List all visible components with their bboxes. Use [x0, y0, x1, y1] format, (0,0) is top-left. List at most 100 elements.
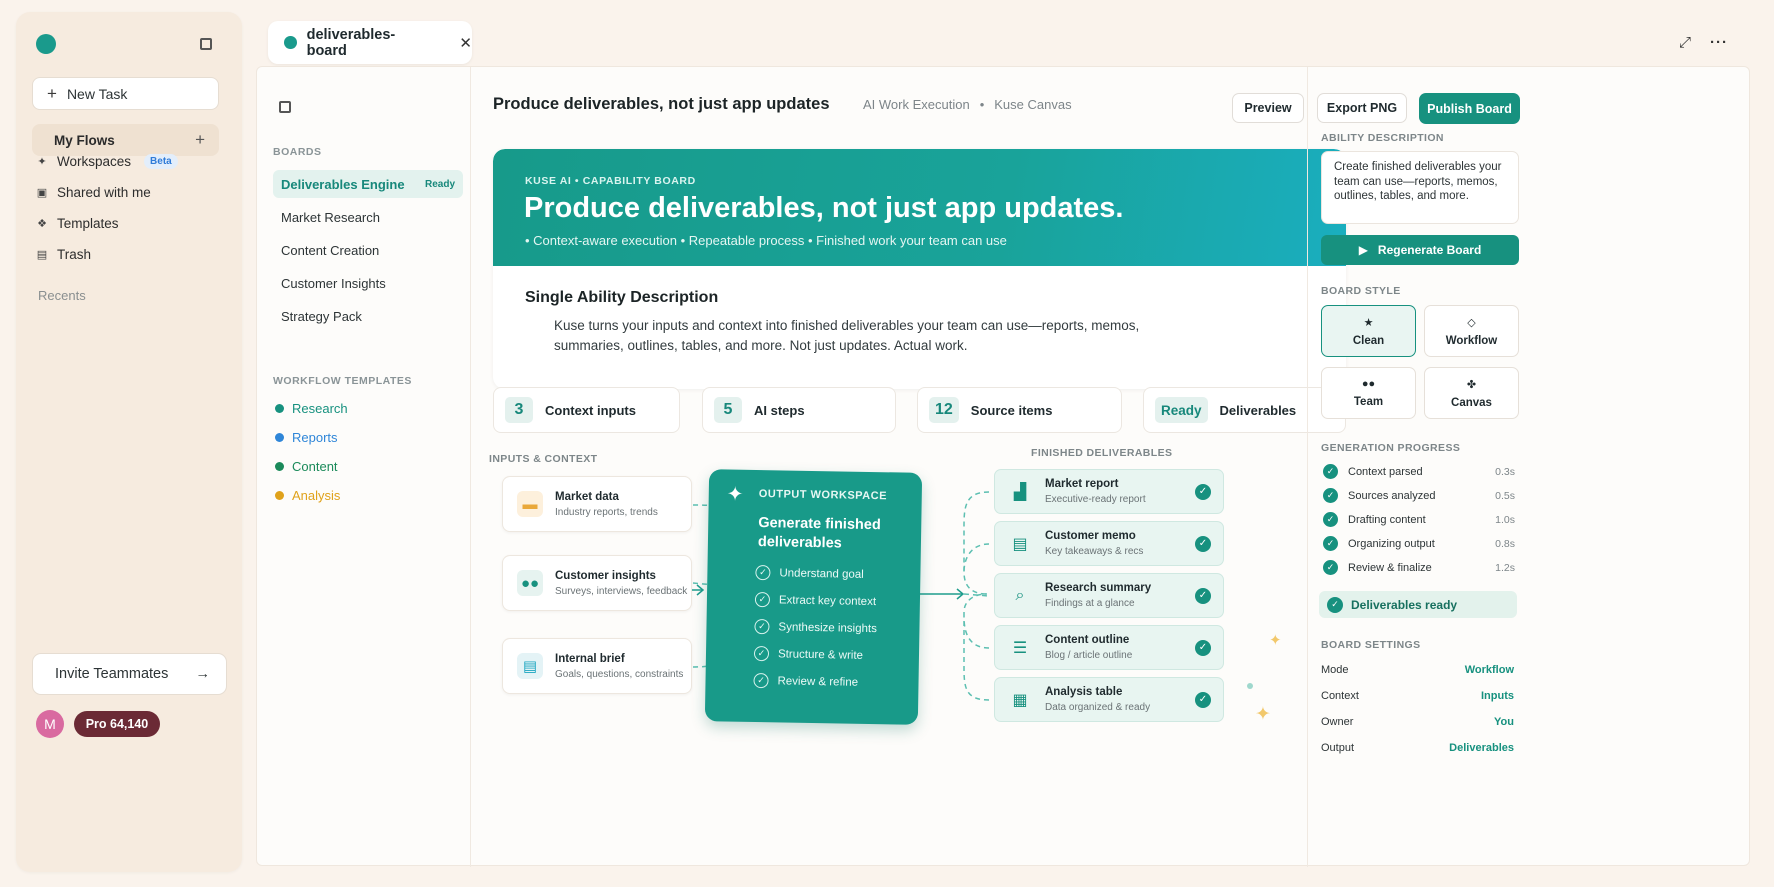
- shared-icon: ▣: [36, 187, 48, 199]
- card-subtitle: Findings at a glance: [1045, 598, 1135, 609]
- sidebar-item-workspaces[interactable]: ✦ Workspaces Beta: [36, 154, 178, 169]
- sparkle-icon: ✦: [1255, 704, 1271, 725]
- style-canvas[interactable]: ✤ Canvas: [1424, 367, 1519, 419]
- check-icon: ✓: [1195, 535, 1211, 552]
- bar-chart-icon: ▟: [1013, 483, 1027, 501]
- check-icon: ✓: [1323, 536, 1338, 551]
- expand-icon[interactable]: ⤢: [1679, 34, 1691, 51]
- card-title: Internal brief: [555, 652, 625, 665]
- plan-badge[interactable]: Pro 64,140: [74, 711, 160, 737]
- invite-label: Invite Teammates: [55, 666, 169, 682]
- star-icon: ★: [1363, 316, 1374, 329]
- sidebar-item-shared[interactable]: ▣ Shared with me: [36, 185, 151, 200]
- templates-icon: ❖: [37, 218, 47, 230]
- invite-teammates-button[interactable]: Invite Teammates →: [32, 653, 227, 695]
- sidebar-toggle-icon[interactable]: [200, 38, 212, 50]
- step-label: Review & refine: [777, 674, 859, 689]
- card-subtitle: Key takeaways & recs: [1045, 546, 1144, 557]
- step-label: Understand goal: [779, 566, 864, 581]
- check-icon: ✓: [1195, 639, 1211, 656]
- setting-mode[interactable]: Mode Workflow: [1321, 664, 1514, 676]
- setting-output[interactable]: Output Deliverables: [1321, 742, 1514, 754]
- style-team[interactable]: ●● Team: [1321, 367, 1416, 419]
- sidebar-item-templates[interactable]: ❖ Templates: [36, 216, 118, 231]
- progress-label: Context parsed: [1348, 465, 1423, 478]
- setting-context[interactable]: Context Inputs: [1321, 690, 1514, 702]
- check-icon: ✓: [1323, 488, 1338, 503]
- step-label: Extract key context: [778, 593, 877, 608]
- add-flow-icon[interactable]: +: [195, 130, 205, 150]
- generation-progress-heading: GENERATION PROGRESS: [1321, 442, 1461, 454]
- sparkle-icon: ✦: [1269, 632, 1282, 649]
- new-task-button[interactable]: + New Task: [32, 77, 219, 110]
- tab-deliverables-board[interactable]: deliverables-board ✕: [268, 21, 472, 64]
- brand-logo: [36, 34, 56, 54]
- setting-value[interactable]: Inputs: [1481, 690, 1514, 702]
- my-flows-item[interactable]: My Flows +: [32, 124, 219, 156]
- workspace-step: ✓ Structure & write: [753, 645, 863, 663]
- sidebar-item-label: Shared with me: [57, 185, 151, 200]
- output-card-content-outline[interactable]: ☰ Content outline Blog / article outline…: [994, 625, 1224, 670]
- card-subtitle: Goals, questions, constraints: [555, 668, 684, 680]
- sidebar-item-label: Trash: [57, 247, 92, 262]
- input-card-internal-brief[interactable]: ▤ Internal brief Goals, questions, const…: [502, 638, 692, 694]
- more-icon[interactable]: ···: [1710, 34, 1728, 51]
- card-subtitle: Surveys, interviews, feedback: [555, 585, 688, 597]
- output-card-analysis-table[interactable]: ▦ Analysis table Data organized & ready …: [994, 677, 1224, 722]
- setting-owner[interactable]: Owner You: [1321, 716, 1514, 728]
- card-title: Market report: [1045, 478, 1119, 490]
- my-flows-label: My Flows: [54, 132, 115, 148]
- style-label: Canvas: [1451, 396, 1492, 409]
- output-card-customer-memo[interactable]: ▤ Customer memo Key takeaways & recs ✓: [994, 521, 1224, 566]
- input-card-market-data[interactable]: ▬ Market data Industry reports, trends: [502, 476, 692, 532]
- check-icon: ✓: [1323, 512, 1338, 527]
- main-panel: BOARDS Deliverables Engine Ready Market …: [256, 66, 1750, 867]
- card-subtitle: Industry reports, trends: [555, 506, 658, 518]
- new-task-label: New Task: [66, 85, 128, 102]
- sidebar-item-trash[interactable]: ▤ Trash: [36, 247, 91, 262]
- setting-value[interactable]: Workflow: [1465, 664, 1514, 676]
- regenerate-board-button[interactable]: ▶ Regenerate Board: [1321, 235, 1519, 265]
- workspace-kicker: OUTPUT WORKSPACE: [758, 488, 888, 503]
- progress-time: 1.2s: [1495, 561, 1515, 574]
- board-settings-heading: BOARD SETTINGS: [1321, 639, 1421, 651]
- magnifier-icon: ⌕: [1015, 586, 1025, 604]
- card-title: Research summary: [1045, 582, 1152, 594]
- people-icon: ●●: [517, 570, 543, 596]
- close-icon[interactable]: ✕: [459, 34, 472, 52]
- progress-step: ✓ Drafting content 1.0s: [1323, 512, 1515, 527]
- app-sidebar: + New Task My Flows + ✦ Workspaces Beta …: [16, 12, 242, 872]
- progress-step: ✓ Review & finalize 1.2s: [1323, 560, 1515, 575]
- card-title: Content outline: [1045, 634, 1130, 646]
- output-card-market-report[interactable]: ▟ Market report Executive-ready report ✓: [994, 469, 1224, 514]
- card-subtitle: Data organized & ready: [1045, 702, 1151, 713]
- style-clean[interactable]: ★ Clean: [1321, 305, 1416, 357]
- ability-description-field[interactable]: Create finished deliverables your team c…: [1321, 151, 1519, 224]
- style-label: Clean: [1352, 334, 1385, 347]
- workspace-step: ✓ Review & refine: [753, 672, 859, 690]
- canvas-icon: ✤: [1466, 378, 1477, 391]
- style-workflow[interactable]: ◇ Workflow: [1424, 305, 1519, 357]
- style-label: Workflow: [1445, 334, 1498, 347]
- setting-value[interactable]: You: [1494, 716, 1514, 728]
- setting-value[interactable]: Deliverables: [1449, 742, 1514, 754]
- trash-icon: ▤: [36, 249, 48, 261]
- setting-key: Output: [1321, 742, 1355, 754]
- check-icon: ✓: [1195, 691, 1211, 708]
- output-card-research-summary[interactable]: ⌕ Research summary Findings at a glance …: [994, 573, 1224, 618]
- check-circle-icon: ✓: [753, 672, 769, 689]
- step-label: Synthesize insights: [778, 620, 878, 635]
- card-subtitle: Executive-ready report: [1045, 494, 1146, 505]
- sidebar-item-label: Workspaces: [57, 154, 132, 169]
- check-icon: ✓: [1327, 596, 1343, 613]
- input-card-customer-insights[interactable]: ●● Customer insights Surveys, interviews…: [502, 555, 692, 611]
- workspace-step: ✓ Understand goal: [755, 564, 864, 582]
- inputs-heading: INPUTS & CONTEXT: [489, 453, 598, 465]
- deliverables-ready-status: ✓ Deliverables ready: [1319, 591, 1517, 618]
- workspace-title: Generate finished deliverables: [757, 515, 881, 552]
- beta-badge: Beta: [144, 154, 178, 169]
- check-icon: ✓: [1323, 560, 1338, 575]
- progress-time: 0.5s: [1495, 489, 1515, 502]
- tab-dot-icon: [284, 36, 297, 49]
- avatar[interactable]: M: [36, 710, 64, 738]
